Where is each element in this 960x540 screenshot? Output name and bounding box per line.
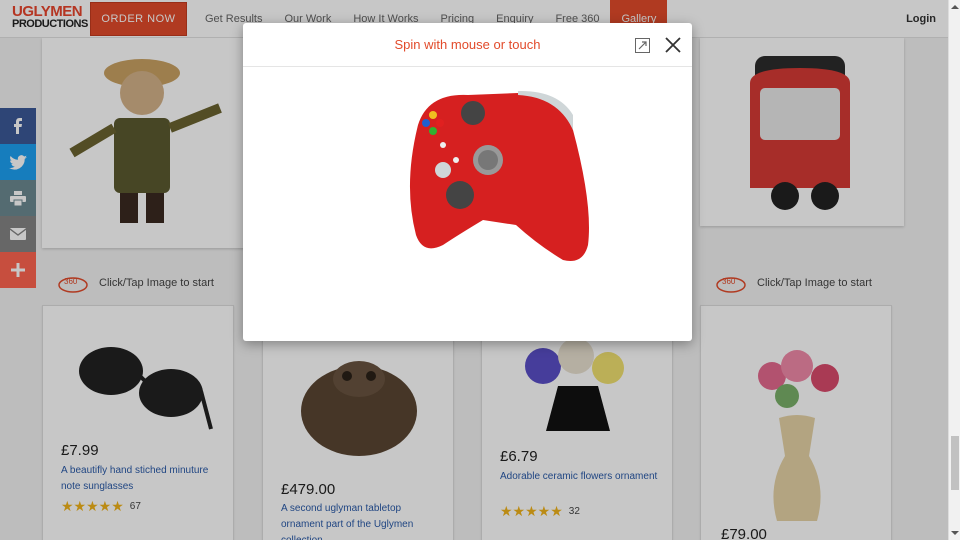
scroll-down-icon[interactable]: [950, 529, 960, 537]
spin-viewer-modal: Spin with mouse or touch: [243, 23, 692, 341]
close-icon[interactable]: [664, 36, 682, 54]
360-product-viewer[interactable]: [398, 85, 598, 275]
scroll-up-icon[interactable]: [950, 3, 960, 11]
fullscreen-icon[interactable]: [635, 38, 650, 53]
modal-title: Spin with mouse or touch: [243, 23, 692, 67]
scrollbar-thumb[interactable]: [951, 436, 959, 490]
page-scrollbar[interactable]: [948, 0, 960, 540]
